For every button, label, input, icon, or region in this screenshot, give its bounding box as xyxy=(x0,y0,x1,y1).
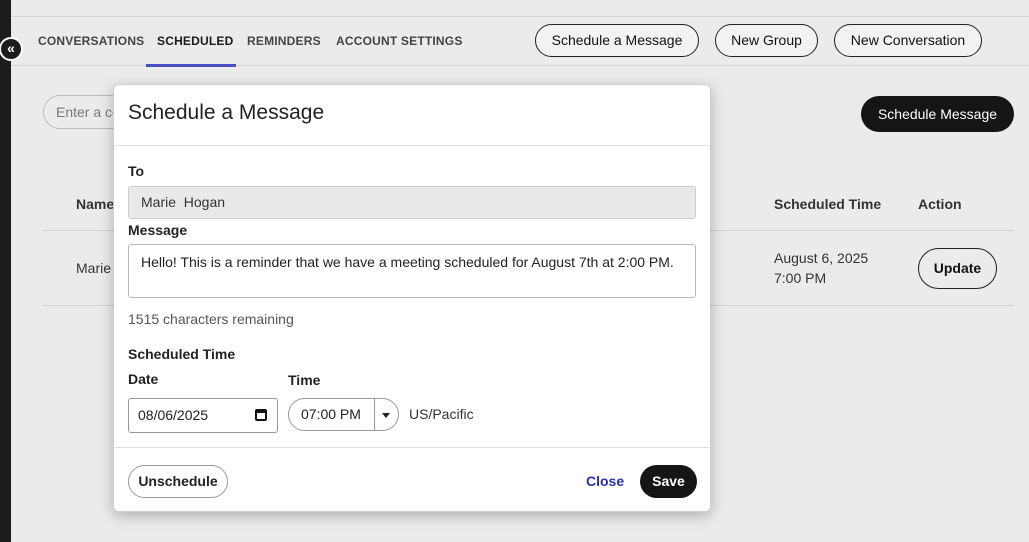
row-name: Marie xyxy=(76,260,112,276)
left-rail xyxy=(0,0,11,542)
to-field: Marie Hogan xyxy=(128,186,696,219)
modal-footer-divider xyxy=(114,447,710,448)
message-textarea[interactable]: Hello! This is a reminder that we have a… xyxy=(128,244,696,298)
tab-scheduled[interactable]: SCHEDULED xyxy=(146,17,236,67)
date-value: 08/06/2025 xyxy=(138,407,209,423)
modal-title: Schedule a Message xyxy=(128,101,325,124)
schedule-message-modal: Schedule a Message To Marie Hogan Messag… xyxy=(113,84,711,512)
row-scheduled-clock: 7:00 PM xyxy=(774,270,827,286)
column-header-action: Action xyxy=(918,196,962,212)
date-input[interactable]: 08/06/2025 xyxy=(128,398,278,433)
message-label: Message xyxy=(128,222,188,238)
tab-reminders[interactable]: REMINDERS xyxy=(236,17,332,66)
top-bar xyxy=(11,0,1029,17)
unschedule-button[interactable]: Unschedule xyxy=(128,465,228,498)
time-divider xyxy=(374,399,375,430)
time-value: 07:00 PM xyxy=(301,406,361,422)
row-scheduled-date: August 6, 2025 xyxy=(774,250,869,266)
new-conversation-button[interactable]: New Conversation xyxy=(834,24,982,57)
time-select[interactable]: 07:00 PM xyxy=(288,398,399,431)
time-label: Time xyxy=(288,372,321,388)
schedule-a-message-button[interactable]: Schedule a Message xyxy=(535,24,699,57)
column-header-scheduled-time: Scheduled Time xyxy=(774,196,882,212)
tab-conversations[interactable]: CONVERSATIONS xyxy=(27,17,155,66)
caret-down-icon[interactable] xyxy=(382,413,390,418)
calendar-icon[interactable] xyxy=(255,409,267,421)
modal-header-divider xyxy=(114,145,710,146)
main-nav: CONVERSATIONS SCHEDULED REMINDERS ACCOUN… xyxy=(11,17,1029,67)
column-header-name: Name xyxy=(76,196,115,212)
timezone-label: US/Pacific xyxy=(409,406,474,422)
save-button[interactable]: Save xyxy=(640,465,697,498)
close-link[interactable]: Close xyxy=(586,473,624,489)
tab-account-settings[interactable]: ACCOUNT SETTINGS xyxy=(325,17,474,66)
to-label: To xyxy=(128,163,145,179)
date-label: Date xyxy=(128,371,159,387)
schedule-message-button[interactable]: Schedule Message xyxy=(861,96,1014,132)
update-button[interactable]: Update xyxy=(918,248,997,289)
new-group-button[interactable]: New Group xyxy=(715,24,818,57)
scheduled-time-label: Scheduled Time xyxy=(128,346,236,362)
characters-remaining: 1515 characters remaining xyxy=(128,311,294,327)
